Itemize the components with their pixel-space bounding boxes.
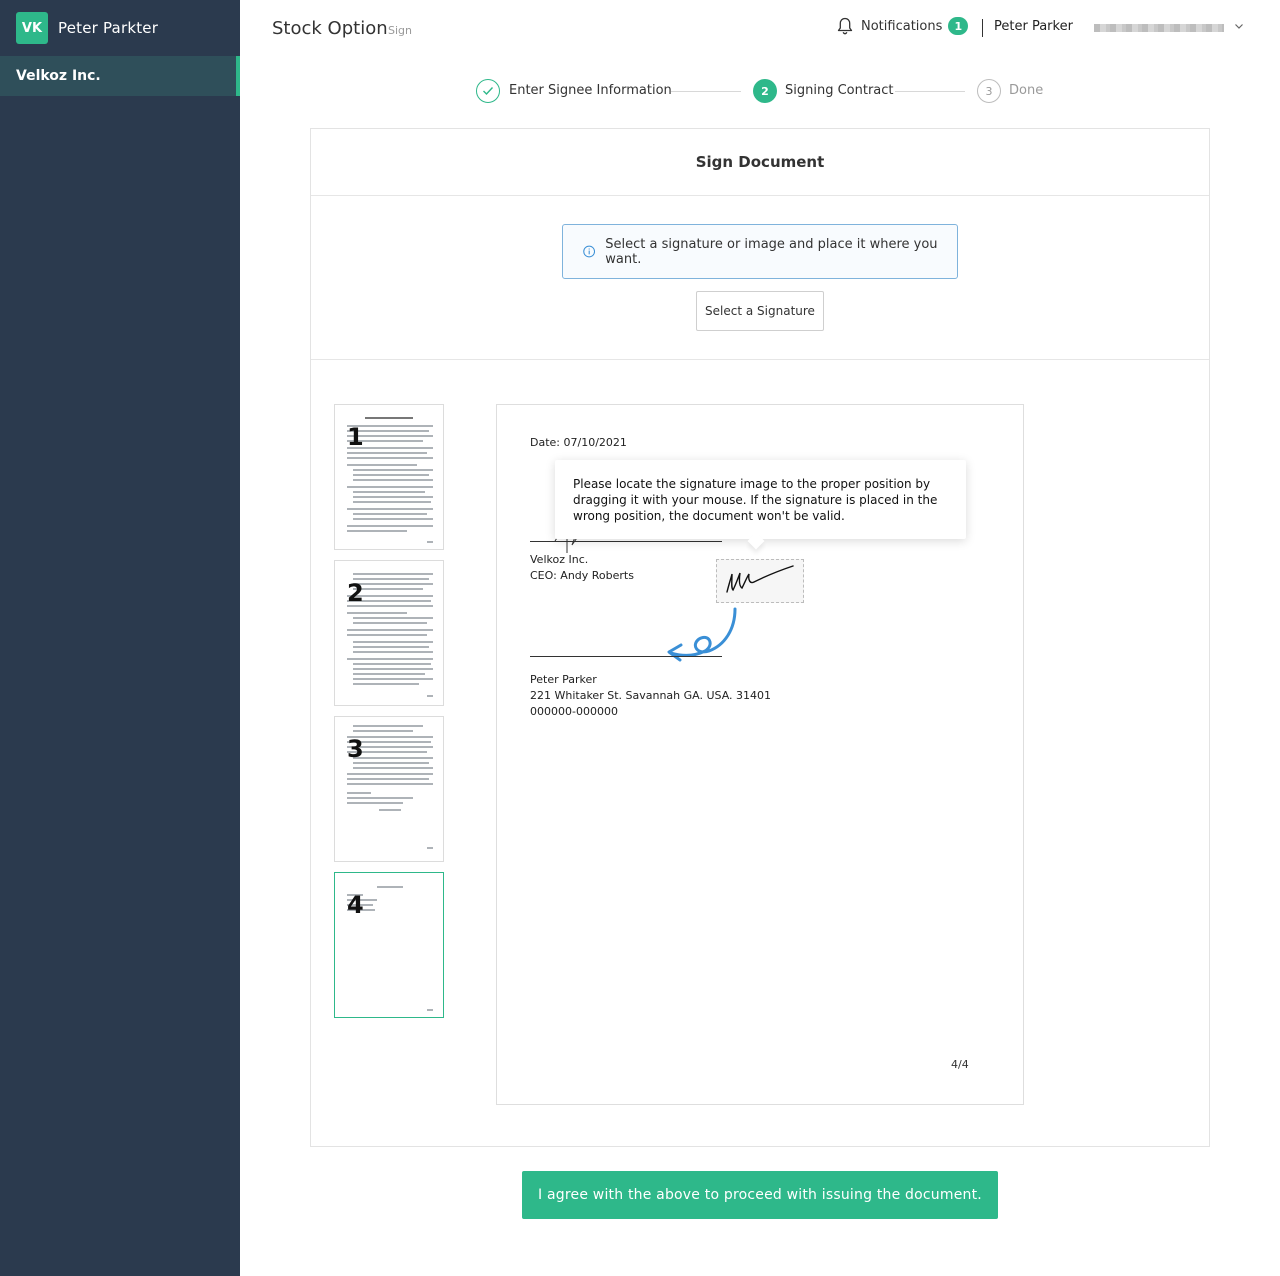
- signature-image: [726, 565, 794, 593]
- step-3-circle: 3: [977, 79, 1001, 103]
- page-indicator: 4/4: [951, 1058, 969, 1071]
- step-connector: [895, 91, 965, 92]
- info-message: Select a signature or image and place it…: [562, 224, 958, 279]
- chevron-down-icon[interactable]: [1233, 20, 1245, 32]
- signee-signature-line: [530, 656, 722, 657]
- thumbnail-number: 2: [347, 579, 364, 607]
- step-connector: [671, 91, 741, 92]
- step-1-circle: [476, 79, 500, 103]
- thumbnail-number: 3: [347, 735, 364, 763]
- placement-tooltip: Please locate the signature image to the…: [555, 460, 966, 539]
- thumbnail-number: 4: [347, 891, 364, 919]
- sidebar-item-velkoz[interactable]: Velkoz Inc.: [0, 56, 240, 96]
- bell-icon: [837, 17, 853, 35]
- date-row: Date: 07/10/2021: [530, 436, 627, 449]
- step-3-label: Done: [1009, 83, 1044, 98]
- info-icon: [583, 245, 596, 258]
- header-divider: [982, 19, 983, 37]
- page-thumbnail-1[interactable]: 1: [334, 404, 444, 550]
- page-thumbnail-2[interactable]: 2: [334, 560, 444, 706]
- page-subtitle: Sign: [388, 24, 412, 37]
- notifications-label: Notifications: [861, 18, 943, 34]
- header: Stock Option Sign Notifications 1 Peter …: [240, 0, 1280, 56]
- drag-arrow-icon: [667, 607, 737, 662]
- date-label: Date:: [530, 436, 560, 449]
- company-ceo: CEO: Andy Roberts: [530, 569, 634, 582]
- signee-id: 000000-000000: [530, 705, 618, 718]
- step-1-label: Enter Signee Information: [509, 83, 672, 98]
- company-name: Velkoz Inc.: [530, 553, 589, 566]
- draggable-signature[interactable]: [716, 559, 804, 603]
- thumbnail-number: 1: [347, 423, 364, 451]
- page-thumbnail-3[interactable]: 3: [334, 716, 444, 862]
- user-email-redacted: [1094, 24, 1224, 32]
- company-signature-line: [530, 541, 722, 542]
- page-thumbnail-4[interactable]: 4: [334, 872, 444, 1018]
- agree-proceed-button[interactable]: I agree with the above to proceed with i…: [522, 1171, 998, 1219]
- check-icon: [483, 87, 494, 96]
- notifications-count-badge: 1: [948, 17, 969, 35]
- user-name[interactable]: Peter Parker: [994, 19, 1073, 34]
- card-divider: [311, 359, 1209, 360]
- brand: VK Peter Parkter: [0, 0, 240, 56]
- step-2-label: Signing Contract: [785, 83, 894, 98]
- signee-name: Peter Parker: [530, 673, 597, 686]
- sidebar: VK Peter Parkter Velkoz Inc.: [0, 0, 240, 1276]
- info-message-text: Select a signature or image and place it…: [605, 236, 938, 267]
- document-page: Date: 07/10/2021 Velkoz Inc. CEO: Andy R…: [496, 404, 1024, 1105]
- notifications-button[interactable]: Notifications 1: [837, 17, 969, 35]
- brand-logo: VK: [16, 12, 48, 44]
- brand-name: Peter Parkter: [58, 19, 159, 37]
- step-2-circle: 2: [753, 79, 777, 103]
- card-title: Sign Document: [311, 129, 1209, 196]
- date-value: 07/10/2021: [563, 436, 627, 449]
- sidebar-item-label: Velkoz Inc.: [16, 68, 101, 84]
- page-title: Stock Option: [272, 18, 388, 39]
- signee-address: 221 Whitaker St. Savannah GA. USA. 31401: [530, 689, 772, 702]
- sign-document-card: Sign Document Select a signature or imag…: [310, 128, 1210, 1147]
- select-signature-button[interactable]: Select a Signature: [696, 291, 824, 331]
